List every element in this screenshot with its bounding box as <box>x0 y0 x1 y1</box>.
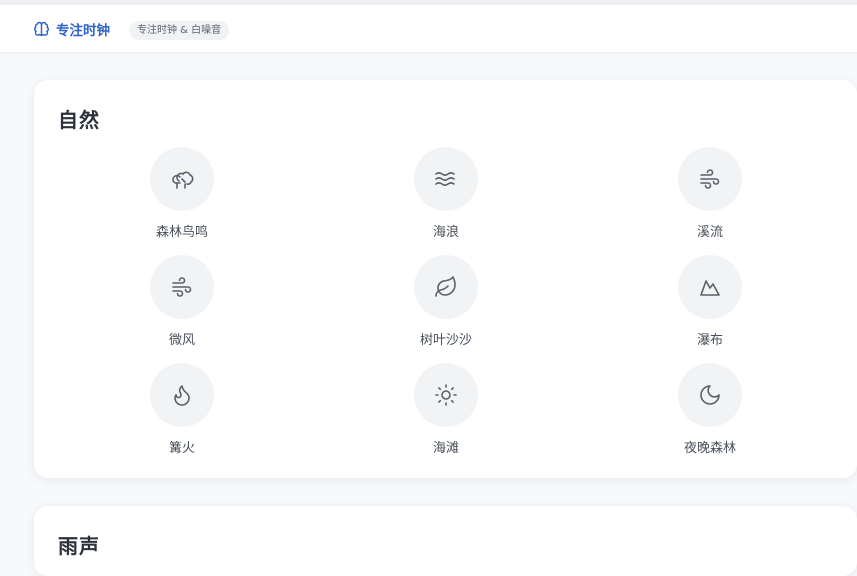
section-card-nature: 自然 森林鸟鸣 海浪 溪流 微风 树叶沙沙 瀑布 篝火 海滩 夜晚森林 <box>34 80 857 478</box>
sound-campfire[interactable]: 篝火 <box>112 363 252 463</box>
sound-icon-circle <box>150 363 214 427</box>
subtitle-badge: 专注时钟 & 白噪音 <box>129 21 230 40</box>
flame-icon <box>170 383 194 407</box>
sound-icon-circle <box>678 255 742 319</box>
sound-night-forest[interactable]: 夜晚森林 <box>640 363 780 463</box>
wind-icon <box>698 167 722 191</box>
top-bar: 专注时钟 专注时钟 & 白噪音 <box>0 0 857 53</box>
sound-label: 树叶沙沙 <box>419 333 472 348</box>
sound-label: 夜晚森林 <box>683 441 736 456</box>
moon-icon <box>698 383 722 407</box>
sound-stream[interactable]: 溪流 <box>640 147 780 247</box>
section-title: 自然 <box>58 108 100 132</box>
sound-icon-circle <box>150 147 214 211</box>
sound-label: 海滩 <box>432 441 459 456</box>
brain-icon <box>33 21 50 38</box>
sun-icon <box>434 383 458 407</box>
sound-waterfall[interactable]: 瀑布 <box>640 255 780 355</box>
sound-ocean-waves[interactable]: 海浪 <box>376 147 516 247</box>
sound-icon-circle <box>414 363 478 427</box>
sound-label: 微风 <box>168 333 195 348</box>
sound-icon-circle <box>414 147 478 211</box>
sound-icon-circle <box>150 255 214 319</box>
app-title: 专注时钟 <box>56 23 110 39</box>
sound-forest-birds[interactable]: 森林鸟鸣 <box>112 147 252 247</box>
sound-label: 海浪 <box>432 225 459 240</box>
trees-icon <box>170 167 194 191</box>
sound-breeze[interactable]: 微风 <box>112 255 252 355</box>
sound-label: 溪流 <box>696 225 723 240</box>
brand[interactable]: 专注时钟 <box>33 19 110 39</box>
section-card-rain: 雨声 <box>34 506 857 576</box>
sound-label: 篝火 <box>168 441 195 456</box>
sound-icon-circle <box>414 255 478 319</box>
sound-icon-circle <box>678 147 742 211</box>
waves-icon <box>434 167 458 191</box>
leaf-icon <box>434 275 458 299</box>
sound-rustling-leaves[interactable]: 树叶沙沙 <box>376 255 516 355</box>
sound-beach[interactable]: 海滩 <box>376 363 516 463</box>
wind-icon <box>170 275 194 299</box>
sound-icon-circle <box>678 363 742 427</box>
sound-label: 瀑布 <box>696 333 723 348</box>
section-title: 雨声 <box>58 534 100 558</box>
sound-label: 森林鸟鸣 <box>155 225 208 240</box>
mountain-icon <box>698 275 722 299</box>
